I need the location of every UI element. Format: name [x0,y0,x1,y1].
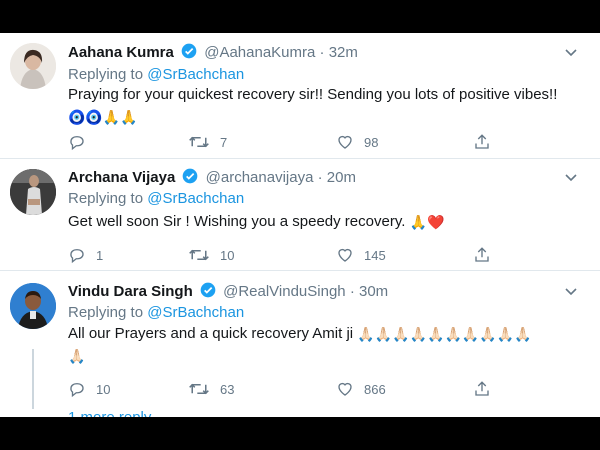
author-name[interactable]: Vindu Dara Singh [68,283,193,300]
verified-badge-icon [200,282,216,302]
chevron-down-icon[interactable] [564,284,578,298]
share-icon [475,134,489,149]
retweet-count: 10 [220,247,235,263]
reply-icon [70,383,84,398]
like-button[interactable]: 866 [336,377,386,401]
chevron-down-icon[interactable] [564,45,578,59]
reply-icon [70,249,84,264]
like-icon [338,248,352,262]
replying-to-label: Replying to [68,190,144,207]
reply-icon [70,136,84,151]
verified-badge-icon [181,43,197,63]
tweet-text: Get well soon Sir ! Wishing you a speedy… [68,211,444,233]
replying-to-mention[interactable]: @SrBachchan [147,304,244,321]
chevron-down-icon[interactable] [564,170,578,184]
separator-dot: · [349,283,355,300]
emoji-line: 🙏🏻 [68,348,86,364]
retweet-button[interactable]: 10 [188,243,234,267]
replying-to-mention[interactable]: @SrBachchan [147,190,244,207]
author-handle[interactable]: @archanavijaya [206,169,314,186]
tweet-text: All our Prayers and a quick recovery Ami… [68,323,532,345]
share-icon [475,247,489,262]
like-count: 145 [364,247,386,263]
tweet[interactable]: Aahana Kumra @AahanaKumra · 32m Replying… [0,33,600,159]
tweet-actions: 10 63 866 [68,377,508,401]
reply-count: 10 [96,381,111,397]
retweet-icon [189,249,209,261]
author-handle[interactable]: @RealVinduSingh [223,283,346,300]
author-name[interactable]: Aahana Kumra [68,44,174,61]
share-button[interactable] [473,130,501,154]
avatar[interactable] [10,43,56,89]
separator-dot: · [319,44,325,61]
replying-to: Replying to @SrBachchan [68,190,244,207]
like-icon [338,135,352,149]
tweet-text-content: Praying for your quickest recovery sir!!… [68,86,558,103]
emoji-line: 🧿🧿🙏🙏 [68,109,138,125]
retweet-icon [189,136,209,148]
thread-line [32,349,34,409]
verified-badge-icon [182,168,198,188]
tweet[interactable]: Vindu Dara Singh @RealVinduSingh · 30m R… [0,271,600,417]
like-icon [338,382,352,396]
like-button[interactable]: 145 [336,243,386,267]
like-count: 98 [364,134,379,150]
avatar[interactable] [10,169,56,215]
share-icon [475,381,489,396]
replies-panel: Aahana Kumra @AahanaKumra · 32m Replying… [0,33,600,417]
separator-dot: · [317,169,323,186]
more-replies-link[interactable]: 1 more reply [68,409,151,417]
retweet-icon [189,383,209,395]
tweet-actions: 7 98 [68,130,508,154]
replying-to-mention[interactable]: @SrBachchan [147,66,244,83]
reply-count: 1 [96,247,104,263]
tweet[interactable]: Archana Vijaya @archanavijaya · 20m Repl… [0,159,600,271]
tweet-text-content: Get well soon Sir ! Wishing you a speedy… [68,213,406,230]
tweet-header: Vindu Dara Singh @RealVinduSingh · 30m [68,282,388,302]
tweet-emoji-line: 🙏🏻 [68,345,85,367]
like-count: 866 [364,381,386,397]
tweet-text: Praying for your quickest recovery sir!!… [68,84,557,106]
avatar[interactable] [10,283,56,329]
like-button[interactable]: 98 [336,130,378,154]
tweet-text-content: All our Prayers and a quick recovery Ami… [68,325,354,342]
replying-to: Replying to @SrBachchan [68,304,244,321]
tweet-header: Archana Vijaya @archanavijaya · 20m [68,168,356,188]
reply-button[interactable]: 1 [68,243,103,267]
replying-to-label: Replying to [68,304,144,321]
author-handle[interactable]: @AahanaKumra [204,44,315,61]
author-name[interactable]: Archana Vijaya [68,169,175,186]
retweet-count: 63 [220,381,235,397]
share-button[interactable] [473,377,501,401]
replying-to: Replying to @SrBachchan [68,66,244,83]
reply-button[interactable]: 10 [68,377,110,401]
timestamp[interactable]: 30m [359,283,388,300]
timestamp[interactable]: 20m [327,169,356,186]
retweet-count: 7 [220,134,228,150]
timestamp[interactable]: 32m [329,44,358,61]
reply-button[interactable] [68,130,96,154]
emoji-inline: 🙏🏻🙏🏻🙏🏻🙏🏻🙏🏻🙏🏻🙏🏻🙏🏻🙏🏻🙏🏻 [357,326,532,342]
retweet-button[interactable]: 63 [188,377,234,401]
tweet-actions: 1 10 145 [68,243,508,267]
replying-to-label: Replying to [68,66,144,83]
emoji-inline: 🙏❤️ [409,214,445,230]
share-button[interactable] [473,243,501,267]
tweet-emoji-line: 🧿🧿🙏🙏 [68,106,138,128]
tweet-header: Aahana Kumra @AahanaKumra · 32m [68,43,358,63]
retweet-button[interactable]: 7 [188,130,227,154]
